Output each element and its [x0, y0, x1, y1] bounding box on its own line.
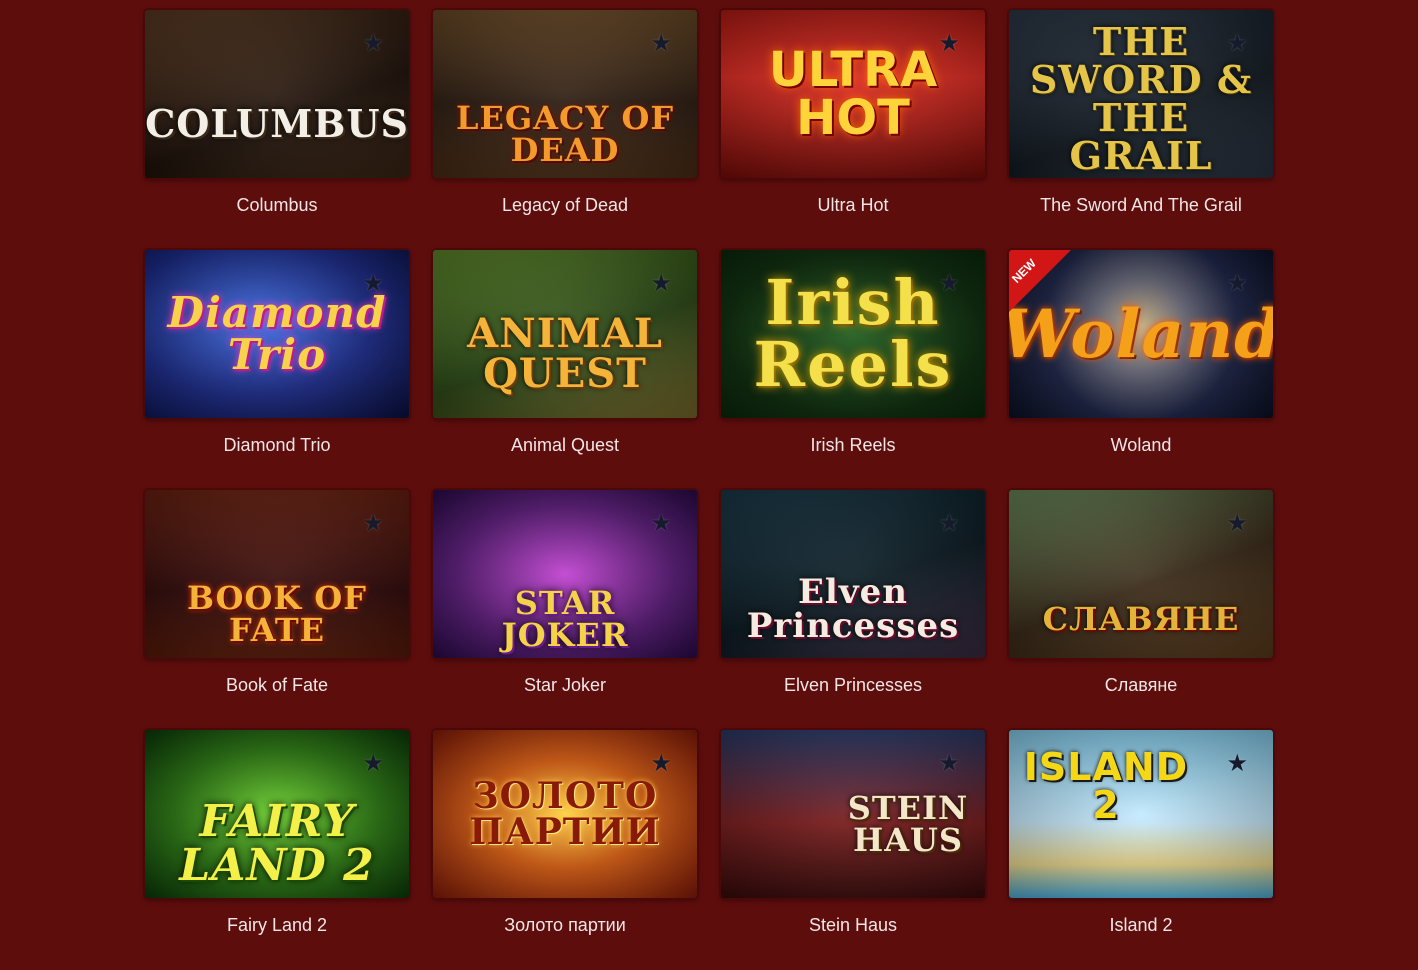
game-title[interactable]: Ultra Hot [817, 195, 888, 216]
game-card[interactable]: The Sword & The Grail ★ The Sword And Th… [1009, 10, 1273, 250]
game-title[interactable]: Elven Princesses [784, 675, 922, 696]
star-icon[interactable]: ★ [650, 32, 672, 56]
star-icon[interactable]: ★ [650, 272, 672, 296]
game-thumbnail[interactable]: Diamond Trio ★ [145, 250, 409, 418]
game-logo: Columbus [145, 101, 409, 146]
game-title[interactable]: Legacy of Dead [502, 195, 628, 216]
game-logo: Elven Princesses [746, 572, 960, 646]
game-card[interactable]: Золото партии ★ Золото партии [433, 730, 697, 970]
game-title[interactable]: Book of Fate [226, 675, 328, 696]
star-icon[interactable]: ★ [362, 752, 384, 776]
star-icon[interactable]: ★ [938, 32, 960, 56]
game-logo: Славяне [1042, 600, 1240, 638]
game-thumbnail[interactable]: Island 2 ★ [1009, 730, 1273, 898]
star-icon[interactable]: ★ [1226, 512, 1248, 536]
star-icon[interactable]: ★ [362, 32, 384, 56]
game-logo: Fairy Land 2 [179, 796, 375, 891]
game-title[interactable]: Woland [1111, 435, 1172, 456]
game-logo: Star Joker [501, 584, 629, 654]
game-card[interactable]: Book of Fate ★ Book of Fate [145, 490, 409, 730]
game-title[interactable]: Animal Quest [511, 435, 619, 456]
game-card[interactable]: Animal Quest ★ Animal Quest [433, 250, 697, 490]
game-thumbnail[interactable]: Book of Fate ★ [145, 490, 409, 658]
game-thumbnail[interactable]: The Sword & The Grail ★ [1009, 10, 1273, 178]
game-title[interactable]: Columbus [236, 195, 317, 216]
game-thumbnail[interactable]: NEW Woland ★ [1009, 250, 1273, 418]
game-title[interactable]: Irish Reels [810, 435, 895, 456]
game-title[interactable]: Золото партии [504, 915, 626, 936]
game-thumbnail[interactable]: Irish Reels ★ [721, 250, 985, 418]
game-card[interactable]: Ultra Hot ★ Ultra Hot [721, 10, 985, 250]
game-card[interactable]: Irish Reels ★ Irish Reels [721, 250, 985, 490]
game-card[interactable]: Fairy Land 2 ★ Fairy Land 2 [145, 730, 409, 970]
game-card[interactable]: Diamond Trio ★ Diamond Trio [145, 250, 409, 490]
game-logo: Ultra Hot [768, 42, 938, 146]
game-thumbnail[interactable]: Elven Princesses ★ [721, 490, 985, 658]
game-logo: Island 2 [1023, 745, 1189, 827]
star-icon[interactable]: ★ [362, 512, 384, 536]
game-thumbnail[interactable]: Золото партии ★ [433, 730, 697, 898]
game-thumbnail[interactable]: Legacy of Dead ★ [433, 10, 697, 178]
game-title[interactable]: Island 2 [1109, 915, 1172, 936]
game-title[interactable]: Stein Haus [809, 915, 897, 936]
star-icon[interactable]: ★ [362, 272, 384, 296]
star-icon[interactable]: ★ [650, 512, 672, 536]
game-title[interactable]: The Sword And The Grail [1040, 195, 1242, 216]
game-logo: Animal Quest [467, 310, 663, 397]
game-logo: Diamond Trio [167, 288, 387, 379]
game-card[interactable]: Славяне ★ Славяне [1009, 490, 1273, 730]
game-thumbnail[interactable]: Columbus ★ [145, 10, 409, 178]
game-thumbnail[interactable]: Star Joker ★ [433, 490, 697, 658]
game-thumbnail[interactable]: Stein Haus ★ [721, 730, 985, 898]
game-card[interactable]: Island 2 ★ Island 2 [1009, 730, 1273, 970]
game-logo: Золото партии [469, 775, 661, 853]
game-thumbnail[interactable]: Ultra Hot ★ [721, 10, 985, 178]
game-card[interactable]: Legacy of Dead ★ Legacy of Dead [433, 10, 697, 250]
star-icon[interactable]: ★ [938, 512, 960, 536]
game-title[interactable]: Fairy Land 2 [227, 915, 327, 936]
game-title[interactable]: Diamond Trio [223, 435, 330, 456]
game-card[interactable]: NEW Woland ★ Woland [1009, 250, 1273, 490]
game-card[interactable]: Star Joker ★ Star Joker [433, 490, 697, 730]
games-grid: Columbus ★ Columbus Legacy of Dead ★ Leg… [145, 10, 1273, 970]
star-icon[interactable]: ★ [1226, 752, 1248, 776]
game-card[interactable]: Columbus ★ Columbus [145, 10, 409, 250]
game-thumbnail[interactable]: Animal Quest ★ [433, 250, 697, 418]
game-thumbnail[interactable]: Славяне ★ [1009, 490, 1273, 658]
game-title[interactable]: Славяне [1105, 675, 1178, 696]
star-icon[interactable]: ★ [938, 752, 960, 776]
game-logo: Legacy of Dead [455, 99, 675, 169]
game-thumbnail[interactable]: Fairy Land 2 ★ [145, 730, 409, 898]
game-card[interactable]: Stein Haus ★ Stein Haus [721, 730, 985, 970]
game-title[interactable]: Star Joker [524, 675, 606, 696]
star-icon[interactable]: ★ [938, 272, 960, 296]
game-logo: Book of Fate [187, 579, 367, 649]
star-icon[interactable]: ★ [650, 752, 672, 776]
game-logo: Stein Haus [847, 789, 969, 859]
game-card[interactable]: Elven Princesses ★ Elven Princesses [721, 490, 985, 730]
star-icon[interactable]: ★ [1226, 272, 1248, 296]
star-icon[interactable]: ★ [1226, 32, 1248, 56]
